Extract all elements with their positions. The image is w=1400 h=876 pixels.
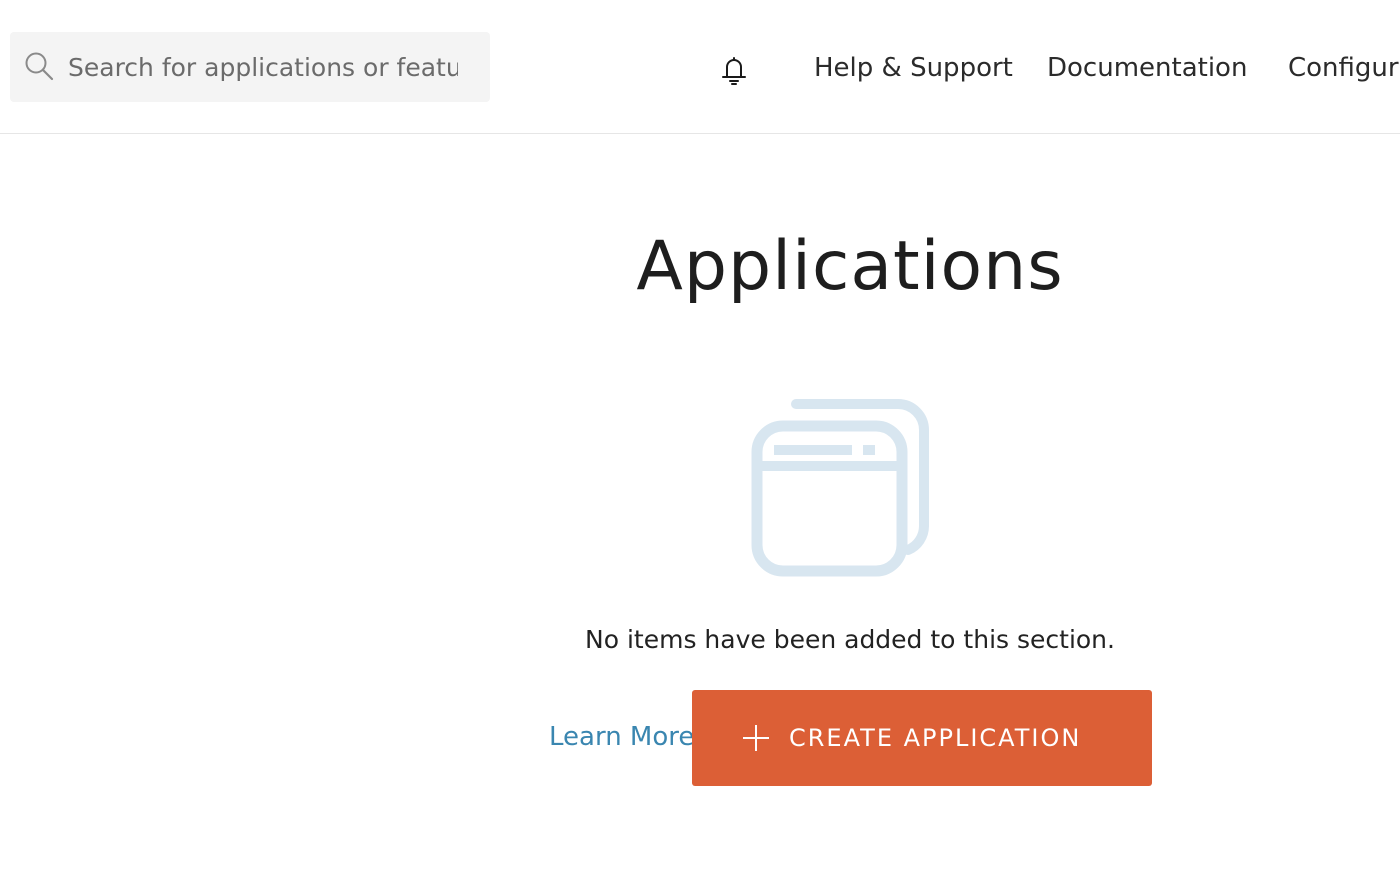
learn-more-link[interactable]: Learn More	[549, 719, 694, 755]
empty-state-message: No items have been added to this section…	[585, 625, 1115, 654]
bell-icon[interactable]	[718, 54, 750, 88]
plus-icon	[742, 724, 770, 752]
nav-configuration-link[interactable]: Configura	[1288, 50, 1400, 86]
nav-documentation-link[interactable]: Documentation	[1047, 50, 1247, 86]
nav-help-support-link[interactable]: Help & Support	[814, 50, 1013, 86]
search-icon	[24, 51, 54, 81]
top-navigation-bar: Help & Support Documentation Configura	[0, 0, 1400, 134]
search-bar[interactable]	[10, 32, 490, 102]
page-title: Applications	[636, 227, 1064, 306]
create-application-label: CREATE APPLICATION	[789, 724, 1082, 752]
search-input[interactable]	[68, 46, 458, 88]
create-application-button[interactable]: CREATE APPLICATION	[692, 690, 1152, 786]
application-window-icon	[748, 398, 934, 582]
